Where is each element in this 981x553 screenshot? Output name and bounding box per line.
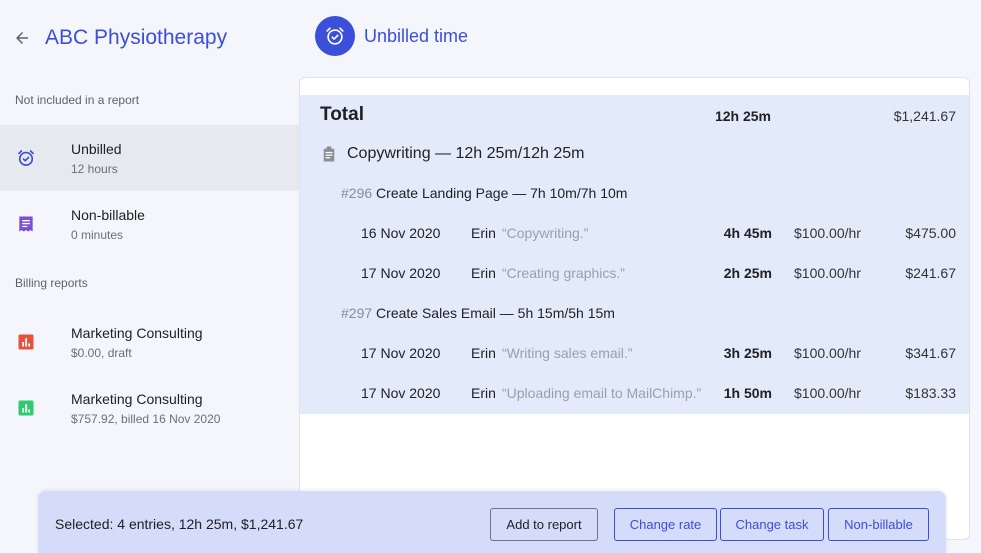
total-amount: $1,241.67 [893, 108, 956, 124]
sidebar-item-sublabel: $757.92, billed 16 Nov 2020 [71, 411, 221, 426]
change-task-button[interactable]: Change task [720, 508, 824, 541]
total-label: Total [320, 104, 364, 125]
entry-user: Erin [471, 225, 496, 241]
alarm-clock-icon [326, 27, 344, 45]
sidebar-item-label: Non-billable [71, 206, 145, 223]
sidebar-item-label: Marketing Consulting [71, 324, 203, 341]
entry-description: “Creating graphics.” [502, 265, 625, 281]
entry-description: “Copywriting.” [502, 225, 589, 241]
selection-summary: Selected: 4 entries, 12h 25m, $1,241.67 [55, 516, 304, 532]
entry-duration: 1h 50m [723, 385, 772, 401]
entry-duration: 3h 25m [723, 345, 772, 361]
task-number: #297 [341, 305, 373, 321]
entry-user: Erin [471, 265, 496, 281]
entry-date: 17 Nov 2020 [361, 265, 441, 281]
clipboard-icon [323, 146, 335, 162]
sidebar-item-label: Marketing Consulting [71, 390, 203, 407]
entry-duration: 2h 25m [723, 265, 772, 281]
sidebar-item-report-draft[interactable]: Marketing Consulting $0.00, draft [0, 309, 300, 375]
sidebar-item-label: Unbilled [71, 140, 122, 157]
time-entry-row[interactable]: 17 Nov 2020 Erin “Uploading email to Mai… [300, 385, 969, 405]
sidebar: Not included in a report Unbilled 12 hou… [0, 75, 300, 441]
task-number: #296 [341, 185, 373, 201]
add-to-report-button[interactable]: Add to report [490, 508, 598, 541]
task-row[interactable]: #297 Create Sales Email — 5h 15m/5h 15m [341, 305, 615, 321]
selected-entries-block[interactable]: Total 12h 25m $1,241.67 Copywriting — 12… [300, 95, 969, 414]
arrow-left-icon [16, 31, 28, 44]
entry-rate: $100.00/hr [794, 225, 861, 241]
header-left: ABC Physiotherapy [0, 0, 300, 75]
group-label: Copywriting — 12h 25m/12h 25m [347, 145, 585, 162]
back-button[interactable] [12, 28, 32, 48]
client-title: ABC Physiotherapy [45, 25, 228, 49]
non-billable-button[interactable]: Non-billable [828, 508, 929, 541]
section-label-billing-reports: Billing reports [15, 276, 88, 290]
sidebar-item-sublabel: 0 minutes [71, 227, 124, 242]
entry-user: Erin [471, 385, 496, 401]
entry-date: 17 Nov 2020 [361, 345, 441, 361]
entry-rate: $100.00/hr [794, 345, 861, 361]
selection-action-bar: Selected: 4 entries, 12h 25m, $1,241.67 … [38, 491, 946, 553]
entry-duration: 4h 45m [723, 225, 772, 241]
entry-rate: $100.00/hr [794, 265, 861, 281]
alarm-clock-icon [16, 148, 36, 168]
entry-amount: $341.67 [905, 345, 956, 361]
task-label: Create Sales Email — 5h 15m/5h 15m [376, 305, 615, 321]
entry-date: 17 Nov 2020 [361, 385, 441, 401]
total-time: 12h 25m [714, 108, 771, 124]
entry-amount: $183.33 [905, 385, 956, 401]
time-entry-row[interactable]: 16 Nov 2020 Erin “Copywriting.” 4h 45m $… [300, 225, 969, 245]
page-icon [315, 16, 355, 56]
sidebar-item-nonbillable[interactable]: Non-billable 0 minutes [0, 191, 300, 257]
time-entry-row[interactable]: 17 Nov 2020 Erin “Creating graphics.” 2h… [300, 265, 969, 285]
entry-amount: $475.00 [905, 225, 956, 241]
sidebar-item-report-billed[interactable]: Marketing Consulting $757.92, billed 16 … [0, 375, 300, 441]
task-row[interactable]: #296 Create Landing Page — 7h 10m/7h 10m [341, 185, 627, 201]
time-entry-row[interactable]: 17 Nov 2020 Erin “Writing sales email.” … [300, 345, 969, 365]
sidebar-item-sublabel: 12 hours [71, 161, 118, 176]
bar-chart-icon [16, 398, 36, 418]
total-row: Total 12h 25m $1,241.67 [320, 104, 956, 128]
group-row[interactable]: Copywriting — 12h 25m/12h 25m [320, 145, 584, 163]
bar-chart-icon [16, 332, 36, 352]
entry-description: “Writing sales email.” [502, 345, 633, 361]
sidebar-item-unbilled[interactable]: Unbilled 12 hours [0, 125, 300, 191]
sidebar-item-sublabel: $0.00, draft [71, 345, 132, 360]
change-rate-button[interactable]: Change rate [614, 508, 717, 541]
entry-rate: $100.00/hr [794, 385, 861, 401]
page-header: Unbilled time [315, 16, 468, 56]
time-entries-panel: Total 12h 25m $1,241.67 Copywriting — 12… [299, 77, 970, 540]
section-label-not-included: Not included in a report [15, 93, 140, 107]
entry-description: “Uploading email to MailChimp.” [502, 385, 702, 401]
receipt-icon [16, 214, 36, 234]
task-label: Create Landing Page — 7h 10m/7h 10m [376, 185, 628, 201]
entry-date: 16 Nov 2020 [361, 225, 441, 241]
entry-user: Erin [471, 345, 496, 361]
entry-amount: $241.67 [905, 265, 956, 281]
page-title: Unbilled time [364, 25, 469, 46]
